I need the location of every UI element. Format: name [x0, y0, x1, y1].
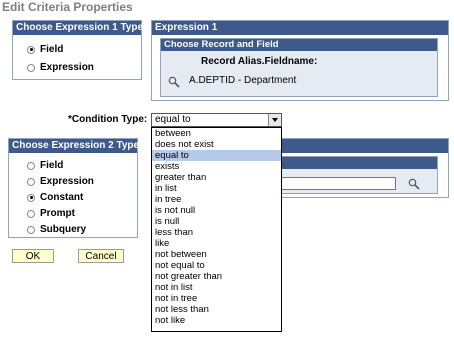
radio-icon [27, 161, 35, 170]
dropdown-option[interactable]: not like [152, 315, 281, 326]
dropdown-option[interactable]: in list [152, 183, 281, 194]
expr1-radio-expression-label: Expression [40, 62, 94, 73]
expr2-radio-expression[interactable]: Expression [27, 176, 94, 187]
record-field-value: A.DEPTID - Department [189, 75, 297, 86]
dropdown-option[interactable]: is null [152, 216, 281, 227]
dropdown-option[interactable]: greater than [152, 172, 281, 183]
expr2-radio-constant-label: Constant [40, 192, 84, 203]
ok-button[interactable]: OK [12, 249, 54, 263]
expr2-radio-constant[interactable]: Constant [27, 192, 83, 203]
cancel-button[interactable]: Cancel [78, 249, 124, 263]
record-alias-label: Record Alias.Fieldname: [201, 56, 318, 67]
expr2-type-header: Choose Expression 2 Type [9, 139, 139, 153]
lookup-icon[interactable] [408, 178, 420, 190]
choose-record-field-panel: Choose Record and Field Record Alias.Fie… [160, 38, 438, 97]
dropdown-option[interactable]: not greater than [152, 271, 281, 282]
expr2-radio-subquery[interactable]: Subquery [27, 224, 86, 235]
expr2-radio-prompt[interactable]: Prompt [27, 208, 75, 219]
condition-type-dropdown[interactable]: between does not exist equal to exists g… [151, 127, 282, 332]
page-title: Edit Criteria Properties [2, 0, 133, 14]
dropdown-option[interactable]: exists [152, 161, 281, 172]
radio-icon [27, 63, 35, 72]
dropdown-option-selected[interactable]: equal to [152, 150, 281, 161]
expr1-type-group: Choose Expression 1 Type Field Expressio… [12, 20, 143, 80]
expr1-radio-expression[interactable]: Expression [27, 62, 94, 73]
expression1-group: Expression 1 Choose Record and Field Rec… [151, 20, 449, 101]
expr1-radio-field[interactable]: Field [27, 44, 63, 55]
expr1-radio-field-label: Field [40, 44, 64, 55]
lookup-icon[interactable] [168, 76, 180, 88]
expr1-type-header: Choose Expression 1 Type [13, 21, 143, 35]
dropdown-option[interactable]: not in tree [152, 293, 281, 304]
dropdown-option[interactable]: not in list [152, 282, 281, 293]
condition-type-label: *Condition Type: [68, 114, 148, 125]
condition-type-value: equal to [155, 114, 191, 125]
radio-icon [27, 225, 35, 234]
dropdown-option[interactable]: less than [152, 227, 281, 238]
radio-icon [27, 209, 35, 218]
dropdown-option[interactable]: between [152, 128, 281, 139]
choose-record-field-header: Choose Record and Field [161, 39, 437, 51]
dropdown-option[interactable]: is not null [152, 205, 281, 216]
radio-icon [27, 177, 35, 186]
dropdown-option[interactable]: in tree [152, 194, 281, 205]
expr2-radio-expression-label: Expression [40, 176, 94, 187]
dropdown-option[interactable]: not between [152, 249, 281, 260]
condition-type-select[interactable]: equal to [151, 113, 282, 127]
radio-icon [27, 193, 35, 202]
dropdown-option[interactable]: does not exist [152, 139, 281, 150]
expr2-radio-field[interactable]: Field [27, 160, 63, 171]
expression1-header: Expression 1 [152, 21, 448, 35]
dropdown-option[interactable]: not equal to [152, 260, 281, 271]
chevron-down-icon[interactable] [268, 114, 281, 126]
dropdown-option[interactable]: like [152, 238, 281, 249]
dropdown-option[interactable]: not less than [152, 304, 281, 315]
expr2-radio-prompt-label: Prompt [40, 208, 75, 219]
expr2-type-group: Choose Expression 2 Type Field Expressio… [8, 138, 139, 238]
radio-icon [27, 45, 35, 54]
expr2-radio-subquery-label: Subquery [40, 224, 87, 235]
expr2-radio-field-label: Field [40, 160, 64, 171]
